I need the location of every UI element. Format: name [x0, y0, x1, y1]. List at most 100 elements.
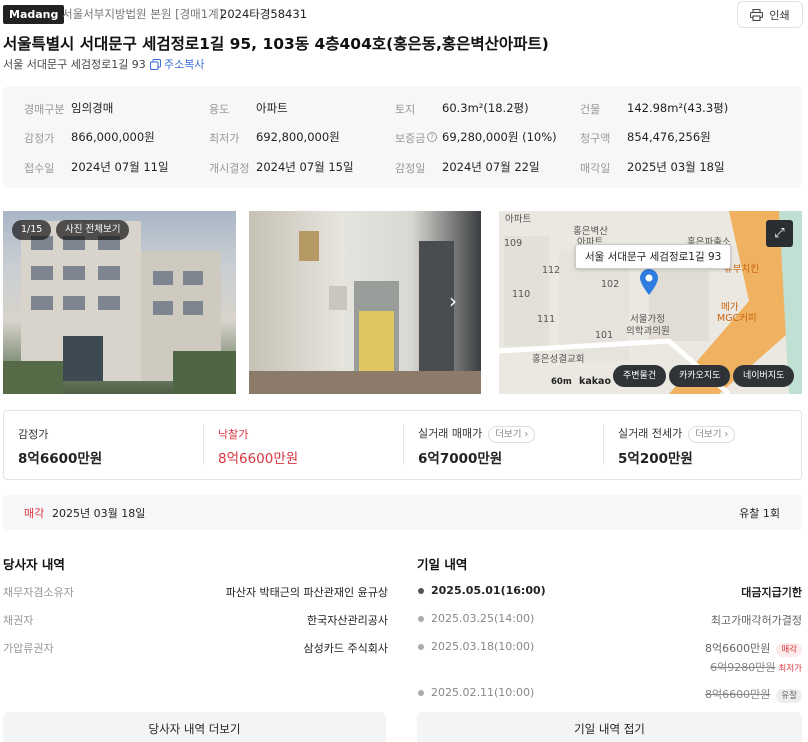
appraisal-price-value: 8억6600만원: [18, 451, 103, 467]
schedule-date: 2025.02.11(10:00): [431, 686, 535, 699]
parties-more-button[interactable]: 당사자 내역 더보기: [3, 712, 386, 742]
rent-price-value: 5억200만원: [618, 451, 693, 467]
party-name: 파산자 박태근의 파산관재인 윤규상: [225, 586, 388, 599]
map-address-tooltip: 서울 서대문구 세검정로1길 93: [575, 244, 732, 269]
timeline-dot: [418, 690, 424, 696]
map-label: 의학과의원: [626, 326, 670, 337]
party-role: 채권자: [3, 614, 34, 627]
expand-map-icon[interactable]: ⤢: [766, 220, 793, 247]
sale-status-bar: 매각 2025년 03월 18일 유찰 1회: [3, 495, 802, 530]
page-title: 서울특별시 서대문구 세검정로1길 95, 103동 4층404호(홍은동,홍은…: [3, 35, 549, 53]
map-label: MGC커피: [717, 313, 757, 324]
min-price-label: 최저가: [209, 132, 240, 145]
map-label: 홍은성결교회: [532, 354, 585, 365]
view-all-photos-button[interactable]: 사진 전체보기: [56, 220, 130, 240]
trade-price-value: 6억7000만원: [418, 451, 503, 467]
copy-icon: [150, 58, 161, 70]
sale-date-value: 2025년 03월 18일: [627, 160, 725, 174]
schedule-collapse-button[interactable]: 기일 내역 접기: [417, 712, 802, 742]
min-price-tag: 최저가: [778, 664, 802, 674]
rent-price-label: 실거래 전세가: [618, 427, 683, 440]
copy-address-button[interactable]: 주소복사: [150, 56, 204, 72]
nearby-properties-button[interactable]: 주변물건: [613, 365, 667, 387]
photo-counter: 1/15: [12, 220, 52, 240]
map-label: 아파트: [505, 214, 532, 225]
appraisal-date-label: 감정일: [395, 162, 426, 175]
usage-value: 아파트: [256, 101, 288, 115]
status-date: 2025년 03월 18일: [52, 507, 146, 520]
received-label: 접수일: [24, 162, 55, 175]
schedule-result: 8억6600만원: [705, 642, 771, 655]
brand-logo: Madang: [3, 5, 65, 24]
land-label: 토지: [395, 103, 416, 116]
auction-type-label: 경매구분: [24, 103, 65, 116]
schedule-result: 최고가매각허가결정: [710, 614, 802, 627]
min-price-value: 692,800,000원: [256, 130, 340, 144]
trade-price-label: 실거래 매매가: [418, 427, 483, 440]
building-label: 건물: [580, 103, 601, 116]
schedule-date: 2025.03.18(10:00): [431, 640, 535, 653]
case-info-panel: 경매구분 임의경매 용도 아파트 토지 60.3m²(18.2평) 건물 142…: [3, 86, 802, 188]
status-badge: 매각: [24, 507, 45, 520]
fail-count: 유찰 1회: [739, 507, 780, 520]
party-name: 한국자산관리공사: [307, 614, 388, 627]
start-decision-label: 개시결정: [209, 162, 250, 175]
deposit-value: 69,280,000원 (10%): [442, 130, 557, 144]
schedule-date: 2025.03.25(14:00): [431, 612, 535, 625]
rent-price-cell: 실거래 전세가 더보기 › 5억200만원: [604, 411, 802, 479]
kakao-logo: kakao: [579, 376, 611, 387]
schedule-result: 대금지급기한: [741, 586, 802, 599]
appraisal-price-cell: 감정가 8억6600만원: [4, 411, 204, 479]
price-summary: 감정가 8억6600만원 낙찰가 8억6600만원 실거래 매매가 더보기 › 6…: [3, 410, 802, 480]
map-label: 112: [542, 265, 561, 276]
map-label: 110: [512, 289, 531, 300]
naver-map-button[interactable]: 네이버지도: [733, 365, 795, 387]
chevron-right-icon[interactable]: ›: [449, 289, 457, 313]
timeline-dot: [418, 644, 424, 650]
appraisal-price-label: 감정가: [18, 428, 49, 441]
timeline-dot: [418, 588, 424, 594]
start-decision-value: 2024년 07월 15일: [256, 160, 354, 174]
rent-more-button[interactable]: 더보기 ›: [688, 426, 736, 443]
party-role: 가압류권자: [3, 642, 54, 655]
trade-more-button[interactable]: 더보기 ›: [488, 426, 536, 443]
map-label: 101: [595, 330, 614, 341]
map-scale: 60m: [551, 377, 572, 387]
court-name: 서울서부지방법원 본원 [경매1계]: [62, 7, 224, 21]
print-button[interactable]: 인쇄: [737, 1, 803, 28]
auction-type-value: 임의경매: [71, 101, 114, 115]
appraisal-value: 866,000,000원: [71, 130, 155, 144]
appraisal-label: 감정가: [24, 132, 55, 145]
trade-price-cell: 실거래 매매가 더보기 › 6억7000만원: [404, 411, 604, 479]
road-address: 서울 서대문구 세검정로1길 93: [3, 58, 146, 71]
location-pin-icon: [640, 269, 658, 295]
map-label: 109: [504, 238, 523, 249]
winning-price-label: 낙찰가: [218, 428, 249, 441]
more-label: 더보기: [695, 429, 722, 440]
schedule-date: 2025.05.01(16:00): [431, 584, 546, 597]
help-icon[interactable]: ?: [427, 132, 437, 142]
property-photo-exterior[interactable]: 1/15 사진 전체보기: [3, 211, 236, 394]
property-photo-interior[interactable]: ›: [249, 211, 481, 394]
hallway-illustration: [249, 231, 481, 394]
claim-label: 청구액: [580, 132, 611, 145]
party-name: 삼성카드 주식회사: [303, 642, 388, 655]
parties-section-title: 당사자 내역: [3, 557, 65, 572]
sold-tag: 매각: [776, 643, 802, 657]
received-value: 2024년 07월 11일: [71, 160, 169, 174]
land-value: 60.3m²(18.2평): [442, 101, 529, 115]
schedule-result: 8억6600만원: [705, 688, 771, 701]
deposit-label: 보증금: [395, 132, 426, 145]
map-label: 111: [537, 314, 556, 325]
case-number: 2024타경58431: [220, 7, 308, 21]
winning-price-cell: 낙찰가 8억6600만원: [204, 411, 404, 479]
schedule-section-title: 기일 내역: [417, 557, 468, 572]
map-label: 102: [601, 279, 620, 290]
kakao-map-button[interactable]: 카카오지도: [669, 365, 731, 387]
fail-tag: 유찰: [776, 689, 802, 703]
copy-address-label: 주소복사: [164, 58, 205, 71]
timeline-dot: [418, 616, 424, 622]
location-map[interactable]: 아파트 홍은벽산 아파트 홍은파출소 109 112 102 110 111 1…: [499, 211, 802, 394]
claim-value: 854,476,256원: [627, 130, 711, 144]
sale-date-label: 매각일: [580, 162, 611, 175]
